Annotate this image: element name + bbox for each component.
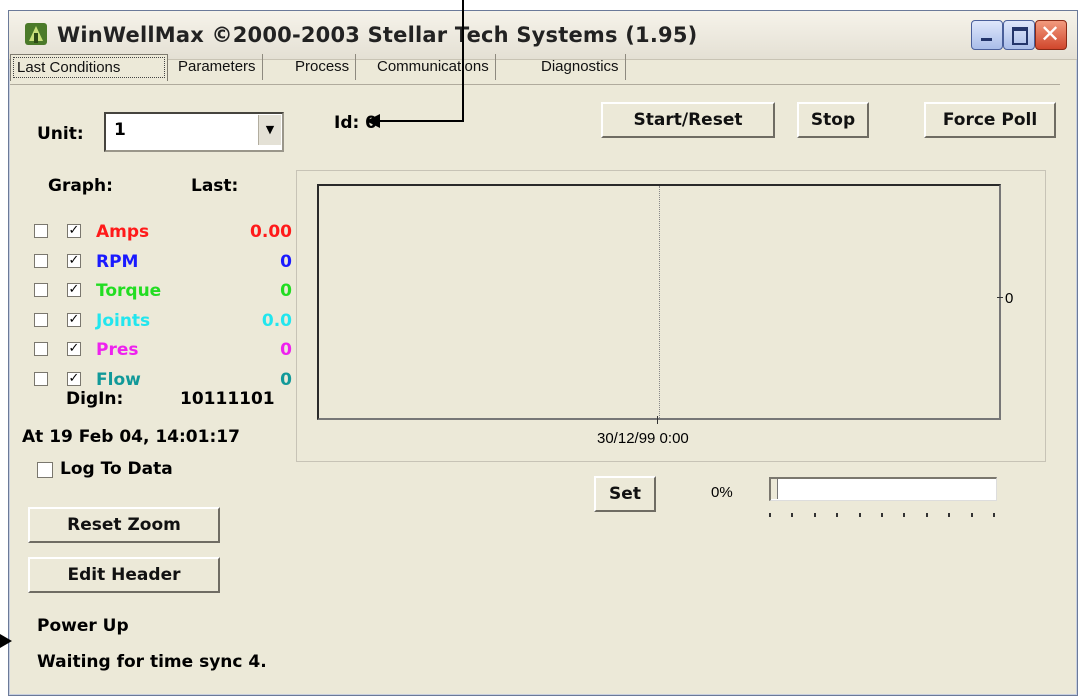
enable-checkbox[interactable]: ✓ [67,372,81,386]
tab-communications[interactable]: Communications [371,54,496,80]
maximize-button[interactable] [1003,20,1035,50]
graph-checkbox[interactable] [34,283,48,297]
percent-slider[interactable] [769,477,997,501]
digin-value: 10111101 [180,389,275,409]
channel-value: 0.0 [261,311,292,331]
enable-checkbox[interactable]: ✓ [67,342,81,356]
enable-checkbox[interactable]: ✓ [67,313,81,327]
tab-diagnostics[interactable]: Diagnostics [535,54,626,80]
id-label-text: Id: [334,113,360,133]
slider-tick [925,513,928,517]
id-label: Id: 0 [334,113,377,133]
tab-parameters[interactable]: Parameters [172,54,263,80]
graph-checkbox[interactable] [34,372,48,386]
graph-checkbox[interactable] [34,342,48,356]
plot-gridline [659,186,660,418]
channel-value: 0.00 [250,222,292,242]
set-button[interactable]: Set [594,476,656,512]
channel-value: 0 [280,370,292,390]
plot-area[interactable] [317,184,1001,420]
unit-label: Unit: [37,124,84,144]
slider-tick [993,513,995,517]
slider-tick [948,513,951,517]
wellhead-app-icon [25,23,47,45]
slider-tick [836,513,839,517]
log-to-data-checkbox[interactable] [37,462,53,478]
enable-checkbox[interactable]: ✓ [67,254,81,268]
channel-value: 0 [280,252,292,272]
unit-select[interactable]: 1 ▼ [104,112,284,152]
tab-divider [10,84,1060,85]
channel-name: Joints [96,311,151,331]
timestamp: At 19 Feb 04, 14:01:17 [22,427,240,447]
channel-name: Flow [96,370,141,390]
channel-name: Pres [96,340,139,360]
tab-process[interactable]: Process [289,54,357,80]
enable-checkbox[interactable]: ✓ [67,283,81,297]
status-line-2: Waiting for time sync 4. [37,652,267,672]
minimize-button[interactable] [971,20,1003,50]
x-axis-label: 30/12/99 0:00 [597,430,689,447]
chevron-down-icon[interactable]: ▼ [258,115,281,145]
enable-checkbox[interactable]: ✓ [67,224,81,238]
slider-percent-label: 0% [711,484,733,501]
channel-value: 0 [280,340,292,360]
reset-zoom-button[interactable]: Reset Zoom [28,507,220,543]
graph-checkbox[interactable] [34,313,48,327]
graph-header: Graph: [48,176,113,196]
graph-checkbox[interactable] [34,254,48,268]
digin-label: DigIn: [66,389,124,409]
title-bar[interactable]: WinWellMax ©2000-2003 Stellar Tech Syste… [9,11,1077,60]
y-axis-tick [997,297,1003,298]
slider-tick [769,513,771,517]
slider-tick [970,513,973,517]
window-title: WinWellMax ©2000-2003 Stellar Tech Syste… [57,23,698,47]
graph-checkbox[interactable] [34,224,48,238]
last-header: Last: [191,176,239,196]
slider-tick [881,513,883,517]
close-button[interactable]: ✕ [1035,20,1067,50]
edit-header-button[interactable]: Edit Header [28,557,220,593]
channel-name: Amps [96,222,150,242]
x-axis-tick [657,416,658,424]
slider-tick [903,513,906,517]
channel-value: 0 [280,281,292,301]
slider-thumb[interactable] [771,479,778,499]
maximize-icon [1012,27,1028,45]
slider-tick [858,513,861,517]
slider-tick [813,513,816,517]
status-line-1: Power Up [37,616,129,636]
id-value: 0 [365,113,378,133]
stop-button[interactable]: Stop [797,102,869,138]
log-to-data-label: Log To Data [60,459,173,479]
start-reset-button[interactable]: Start/Reset [601,102,775,138]
tab-last-conditions[interactable]: Last Conditions [10,54,168,81]
force-poll-button[interactable]: Force Poll [924,102,1056,138]
slider-tick [791,513,794,517]
unit-value: 1 [114,120,126,140]
y-axis-label: 0 [1005,290,1014,307]
channel-name: Torque [96,281,162,301]
close-icon: ✕ [1040,20,1061,48]
minimize-icon [981,38,992,41]
channel-name: RPM [96,252,139,272]
